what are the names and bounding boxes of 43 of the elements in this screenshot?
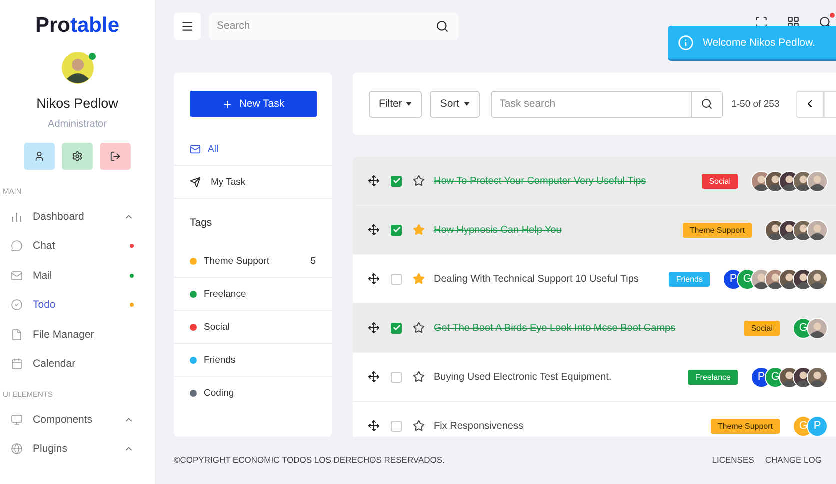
nav-item[interactable]: Todo (0, 290, 155, 320)
filter-item[interactable]: All (174, 133, 332, 166)
tag-label[interactable]: Coding (204, 388, 316, 399)
tag: Social (702, 174, 738, 188)
footer-link[interactable]: LICENSES (712, 455, 754, 465)
tag: Theme Support (710, 418, 780, 434)
nav-item[interactable]: File Manager (0, 320, 155, 350)
tag: Theme Support (682, 222, 752, 238)
tag-count: 5 (310, 256, 316, 266)
filter-item[interactable]: My Task (174, 166, 332, 199)
nav-item[interactable]: Components (0, 405, 155, 434)
task-title: Get The Boot A Birds Eye Look Into Mcse Boot Camps (434, 322, 676, 334)
task-search-field[interactable]: Task search (490, 90, 723, 118)
task-title: Buying Used Electronic Test Equipment. (434, 372, 612, 382)
nav-item[interactable]: Plugins (0, 434, 155, 464)
tag: Friends (669, 272, 710, 286)
task-title: Fix Responsiveness (434, 420, 524, 432)
task-title: How Hypnosis Can Help You (434, 224, 562, 236)
avatar: P (807, 416, 828, 436)
new-task-button[interactable]: New Task (190, 91, 317, 117)
page-range: 1-50 of 253 (732, 98, 780, 110)
task-title: Dealing With Technical Support 10 Useful Tips (434, 274, 639, 284)
footer-link[interactable]: CHANGE LOG (765, 455, 822, 465)
nav-item[interactable]: Chat (0, 232, 155, 261)
user-role: Administrator (48, 119, 107, 130)
tag-label[interactable]: Friends (204, 354, 316, 366)
copyright-text: ©COPYRIGHT ECONOMIC TODOS LOS DERECHOS RESERVADOS. (174, 455, 445, 465)
tag-label[interactable]: Social (204, 322, 316, 332)
task-search-input[interactable]: Task search (492, 92, 691, 116)
tag: Freelance (688, 370, 738, 384)
user-name: Nikos Pedlow (36, 96, 118, 111)
task-title: How To Protect Your Computer Very Useful Tips (434, 176, 646, 186)
tag: Social (744, 320, 780, 336)
nav-item[interactable]: Dashboard (0, 202, 155, 232)
sort-button[interactable]: Sort (430, 90, 480, 118)
filter-button[interactable]: Filter (369, 90, 422, 118)
tag-label[interactable]: Freelance (204, 288, 316, 300)
tag-label[interactable]: Theme Support (204, 256, 304, 266)
toast-message: Welcome Nikos Pedlow. (703, 36, 816, 48)
logo: Protable (35, 14, 120, 38)
nav-item[interactable]: Calendar (0, 350, 155, 379)
nav-item[interactable]: Mail (0, 261, 155, 290)
tags-title: Tags (189, 216, 214, 231)
